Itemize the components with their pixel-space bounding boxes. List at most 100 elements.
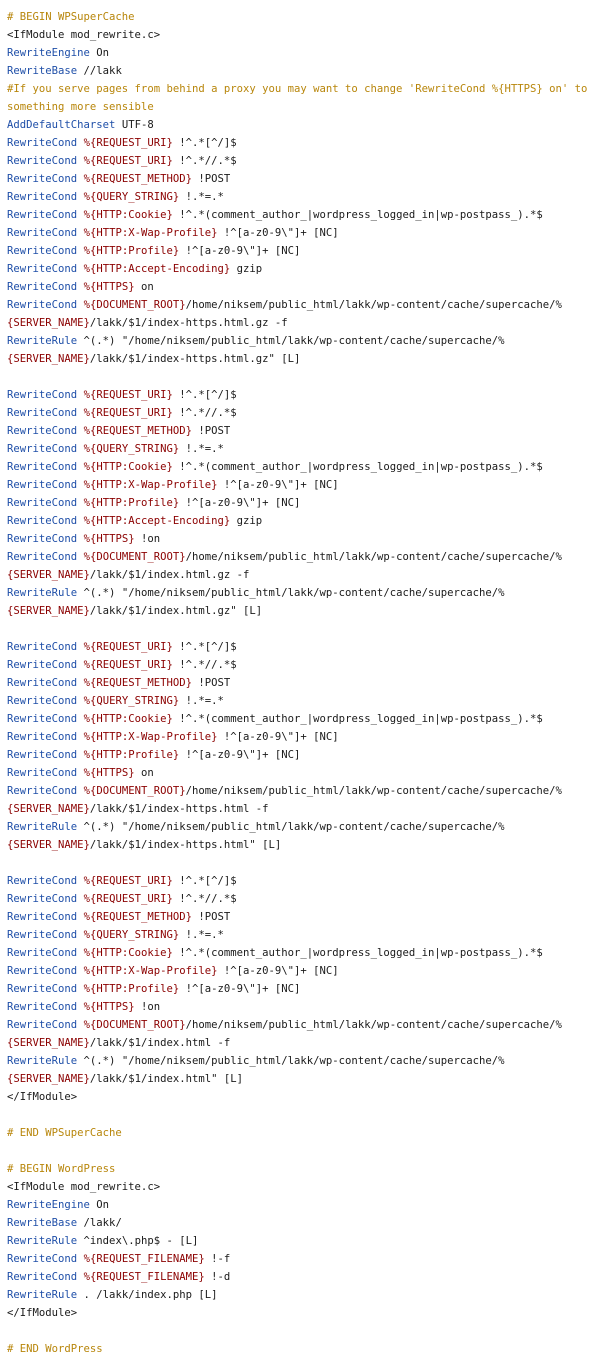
text-token: !^[a-z0-9\"]+ [NC] <box>179 983 301 995</box>
text-token: !^.*(comment_author_|wordpress_logged_in… <box>172 461 543 473</box>
code-line: RewriteCond %{HTTP:X-Wap-Profile} !^[a-z… <box>7 962 600 980</box>
code-line: RewriteCond %{REQUEST_METHOD} !POST <box>7 422 600 440</box>
variable-token: %{REQUEST_FILENAME} <box>83 1253 205 1265</box>
code-line: RewriteRule ^(.*) "/home/niksem/public_h… <box>7 1052 600 1070</box>
text-token: !^.*(comment_author_|wordpress_logged_in… <box>172 209 543 221</box>
code-line: RewriteCond %{DOCUMENT_ROOT}/home/niksem… <box>7 1016 600 1034</box>
code-line: RewriteRule ^(.*) "/home/niksem/public_h… <box>7 332 600 350</box>
code-line: RewriteCond %{HTTP:Profile} !^[a-z0-9\"]… <box>7 494 600 512</box>
comment-token: # END WPSuperCache <box>7 1127 122 1139</box>
code-line: RewriteCond %{QUERY_STRING} !.*=.* <box>7 440 600 458</box>
directive-token: RewriteCond <box>7 767 78 779</box>
comment-token: #If you serve pages from behind a proxy … <box>7 83 588 95</box>
directive-token: RewriteCond <box>7 173 78 185</box>
text-token: On <box>89 47 110 59</box>
directive-token: RewriteCond <box>7 893 78 905</box>
directive-token: RewriteEngine <box>7 47 90 59</box>
text-token: /home/niksem/public_html/lakk/wp-content… <box>185 299 562 311</box>
directive-token: RewriteRule <box>7 1055 78 1067</box>
directive-token: RewriteBase <box>7 1217 78 1229</box>
code-line: RewriteCond %{HTTP:X-Wap-Profile} !^[a-z… <box>7 224 600 242</box>
code-line: RewriteCond %{HTTP:X-Wap-Profile} !^[a-z… <box>7 728 600 746</box>
variable-token: %{HTTP:Accept-Encoding} <box>83 515 231 527</box>
directive-token: RewriteCond <box>7 281 78 293</box>
code-line: AddDefaultCharset UTF-8 <box>7 116 600 134</box>
code-line: RewriteCond %{HTTPS} !on <box>7 998 600 1016</box>
code-line: RewriteCond %{HTTPS} !on <box>7 530 600 548</box>
code-line: RewriteCond %{REQUEST_URI} !^.*//.*$ <box>7 152 600 170</box>
variable-token: %{REQUEST_METHOD} <box>83 425 192 437</box>
directive-token: RewriteRule <box>7 1235 78 1247</box>
variable-token: %{REQUEST_URI} <box>83 155 173 167</box>
tag-token: </IfModule> <box>7 1307 78 1319</box>
text-token: !^.*//.*$ <box>172 407 237 419</box>
comment-token: # END WordPress <box>7 1343 103 1355</box>
directive-token: RewriteCond <box>7 785 78 797</box>
text-token: ^(.*) "/home/niksem/public_html/lakk/wp-… <box>77 335 505 347</box>
directive-token: RewriteCond <box>7 731 78 743</box>
code-viewer: # BEGIN WPSuperCache <IfModule mod_rewrit… <box>0 0 600 1366</box>
directive-token: RewriteCond <box>7 983 78 995</box>
variable-token: %{REQUEST_URI} <box>83 875 173 887</box>
directive-token: RewriteCond <box>7 641 78 653</box>
directive-token: RewriteCond <box>7 425 78 437</box>
variable-token: {SERVER_NAME} <box>7 1073 90 1085</box>
code-line: RewriteCond %{REQUEST_URI} !^.*[^/]$ <box>7 386 600 404</box>
text-token: /lakk/$1/index-https.html.gz -f <box>89 317 288 329</box>
directive-token: RewriteRule <box>7 821 78 833</box>
text-token: !-d <box>204 1271 231 1283</box>
directive-token: RewriteBase <box>7 65 78 77</box>
directive-token: RewriteCond <box>7 227 78 239</box>
code-line: RewriteCond %{QUERY_STRING} !.*=.* <box>7 926 600 944</box>
code-line: RewriteCond %{REQUEST_METHOD} !POST <box>7 674 600 692</box>
code-line: {SERVER_NAME}/lakk/$1/index.html.gz" [L] <box>7 602 600 620</box>
code-line: RewriteRule . /lakk/index.php [L] <box>7 1286 600 1304</box>
text-token: UTF-8 <box>115 119 154 131</box>
variable-token: %{HTTP:X-Wap-Profile} <box>83 227 218 239</box>
variable-token: %{HTTP:Profile} <box>83 245 180 257</box>
directive-token: RewriteCond <box>7 965 78 977</box>
code-line: RewriteCond %{REQUEST_URI} !^.*[^/]$ <box>7 872 600 890</box>
variable-token: %{DOCUMENT_ROOT} <box>83 1019 186 1031</box>
text-token: !on <box>134 533 161 545</box>
variable-token: %{HTTP:Profile} <box>83 749 180 761</box>
code-line: RewriteCond %{HTTP:Accept-Encoding} gzip <box>7 260 600 278</box>
text-token: !^.*//.*$ <box>172 155 237 167</box>
code-line: {SERVER_NAME}/lakk/$1/index-https.html" … <box>7 836 600 854</box>
variable-token: %{HTTP:Accept-Encoding} <box>83 263 231 275</box>
code-line: RewriteCond %{QUERY_STRING} !.*=.* <box>7 188 600 206</box>
text-token: on <box>134 767 154 779</box>
comment-token: # BEGIN WordPress <box>7 1163 116 1175</box>
code-line: RewriteCond %{HTTP:Cookie} !^.*(comment_… <box>7 458 600 476</box>
directive-token: RewriteCond <box>7 1271 78 1283</box>
directive-token: RewriteCond <box>7 677 78 689</box>
text-token: !^[a-z0-9\"]+ [NC] <box>179 245 301 257</box>
directive-token: RewriteCond <box>7 1019 78 1031</box>
text-token: On <box>89 1199 110 1211</box>
variable-token: %{HTTP:Cookie} <box>83 947 173 959</box>
text-token: !^.*[^/]$ <box>172 389 237 401</box>
text-token: !^.*(comment_author_|wordpress_logged_in… <box>172 713 543 725</box>
variable-token: %{HTTP:Profile} <box>83 983 180 995</box>
text-token: !.*=.* <box>179 695 224 707</box>
code-line: {SERVER_NAME}/lakk/$1/index.html -f <box>7 1034 600 1052</box>
code-line: </IfModule> <box>7 1088 600 1106</box>
text-token: !^[a-z0-9\"]+ [NC] <box>179 749 301 761</box>
code-line: RewriteRule ^(.*) "/home/niksem/public_h… <box>7 818 600 836</box>
text-token: !.*=.* <box>179 929 224 941</box>
code-line: RewriteCond %{DOCUMENT_ROOT}/home/niksem… <box>7 782 600 800</box>
text-token: !POST <box>192 425 231 437</box>
text-token: !POST <box>192 173 231 185</box>
text-token: ^(.*) "/home/niksem/public_html/lakk/wp-… <box>77 587 505 599</box>
text-token: !^.*[^/]$ <box>172 875 237 887</box>
directive-token: RewriteCond <box>7 551 78 563</box>
code-line: <IfModule mod_rewrite.c> <box>7 1178 600 1196</box>
code-line: RewriteCond %{REQUEST_FILENAME} !-d <box>7 1268 600 1286</box>
variable-token: {SERVER_NAME} <box>7 317 90 329</box>
directive-token: RewriteCond <box>7 191 78 203</box>
